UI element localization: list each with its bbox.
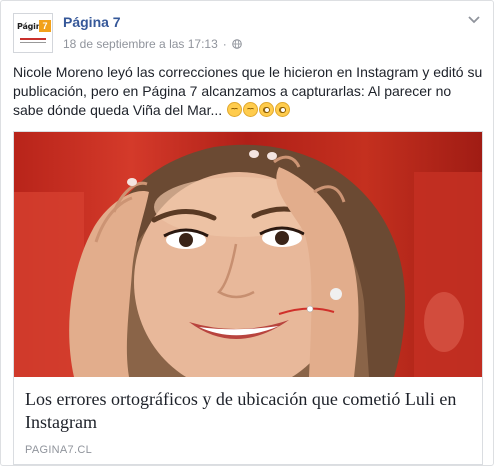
page-avatar[interactable]: Página 7 [13, 13, 53, 53]
avatar-logo-underline [20, 38, 46, 40]
post-message: Nicole Moreno leyó las correcciones que … [13, 63, 483, 120]
pensive-emoji-icon [227, 102, 243, 117]
pensive-emoji-icon [243, 102, 259, 117]
post-meta: 18 de septiembre a las 17:13 · [63, 37, 242, 51]
avatar-logo-subline [20, 42, 46, 43]
meta-separator: · [222, 37, 227, 51]
page-name-link[interactable]: Página 7 [63, 14, 121, 30]
post-timestamp-link[interactable]: 18 de septiembre a las 17:13 [63, 37, 218, 51]
flushed-emoji-icon [259, 102, 275, 117]
photo-woman-hands-on-head-icon [14, 144, 482, 377]
chevron-down-icon[interactable] [467, 15, 481, 25]
globe-icon[interactable] [231, 39, 242, 49]
link-preview-title[interactable]: Los errores ortográficos y de ubicación … [25, 388, 475, 434]
link-preview-image[interactable] [14, 132, 482, 377]
link-preview-card[interactable]: Los errores ortográficos y de ubicación … [13, 131, 483, 465]
post-header: Página 7 Página 7 18 de septiembre a las… [13, 11, 481, 57]
link-preview-domain: PAGINA7.CL [25, 444, 92, 456]
facebook-post: Página 7 Página 7 18 de septiembre a las… [0, 0, 494, 466]
flushed-emoji-icon [275, 102, 291, 117]
avatar-logo-badge: 7 [39, 20, 51, 32]
